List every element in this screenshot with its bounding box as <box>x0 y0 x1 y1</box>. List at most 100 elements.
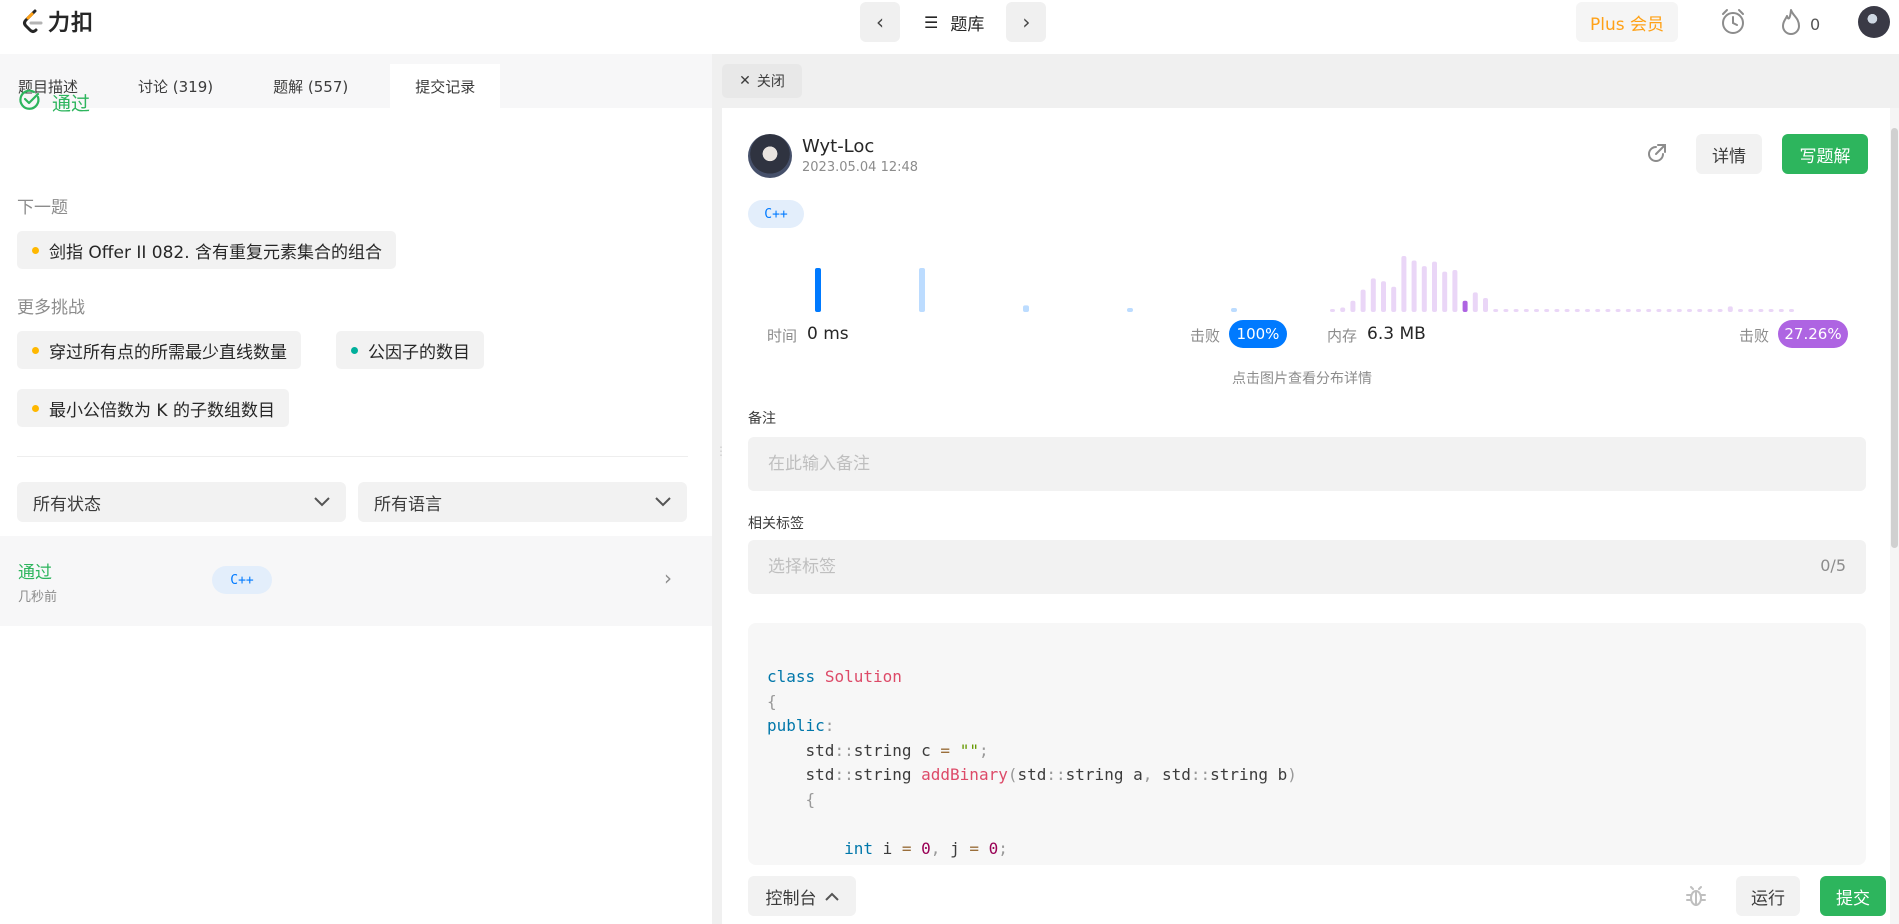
code-line: std::string addBinary(std::string a, std… <box>767 765 1297 784</box>
problem-nav: ‹ ☰ 题库 › <box>860 2 1047 42</box>
logo[interactable]: 力扣 <box>20 6 94 36</box>
submission-date: 2023.05.04 12:48 <box>802 160 919 175</box>
bottom-toolbar <box>722 865 1899 924</box>
chevron-down-icon <box>314 492 330 512</box>
runtime-label: 时间 <box>767 327 798 345</box>
code-line: class Solution <box>767 667 902 686</box>
debug-bug-icon[interactable] <box>1684 884 1708 912</box>
tab-solutions[interactable]: 题解 (557) <box>231 64 366 108</box>
difficulty-dot <box>32 346 39 354</box>
leetcode-logo-icon <box>20 8 46 34</box>
memory-bar <box>1636 309 1641 312</box>
details-button[interactable]: 详情 <box>1696 134 1762 174</box>
memory-beat-label: 击败 <box>1739 327 1770 345</box>
memory-bar <box>1656 309 1662 312</box>
memory-bar <box>1452 270 1458 312</box>
memory-bar <box>1534 309 1539 312</box>
memory-bar <box>1411 260 1417 312</box>
memory-bar <box>1738 309 1743 312</box>
console-button[interactable]: 控制台 <box>748 876 856 916</box>
code-line: int i = 0, j = 0; <box>844 838 1008 858</box>
memory-bar <box>1330 309 1335 312</box>
divider <box>17 456 688 457</box>
note-label: 备注 <box>748 411 776 427</box>
code-block[interactable]: class Solution{public: std::string c = "… <box>748 623 1866 865</box>
runtime-beat-badge: 100% <box>1229 320 1287 348</box>
alarm-clock-icon[interactable] <box>1720 8 1746 40</box>
tab-discussion[interactable]: 讨论 (319) <box>96 64 231 108</box>
runtime-beat-label: 击败 <box>1190 327 1221 345</box>
note-input[interactable] <box>748 437 1866 491</box>
write-solution-button[interactable]: 写题解 <box>1782 134 1868 174</box>
memory-bar <box>1401 256 1407 312</box>
challenge-chip[interactable]: 穿过所有点的所需最少直线数量 <box>17 331 301 369</box>
share-icon[interactable] <box>1644 142 1668 170</box>
author-name[interactable]: Wyt-Loc <box>802 136 874 157</box>
tags-field[interactable]: 0/5 <box>748 540 1866 594</box>
streak-counter[interactable]: 0 <box>1780 8 1820 40</box>
challenge-chip[interactable]: 公因子的数目 <box>336 331 484 369</box>
next-problem-button[interactable]: › <box>1006 2 1047 42</box>
submit-button[interactable]: 提交 <box>1820 876 1886 916</box>
next-problem-heading: 下一题 <box>17 198 68 218</box>
challenge-chip[interactable]: 最小公倍数为 K 的子数组数目 <box>17 389 289 427</box>
memory-bar <box>1503 309 1509 312</box>
memory-bar <box>1595 309 1601 312</box>
top-navbar: 力扣 ‹ ☰ 题库 › Plus 会员 0 <box>0 0 1899 54</box>
memory-bar <box>1483 298 1488 312</box>
note-field[interactable] <box>748 437 1866 491</box>
flame-icon <box>1780 8 1802 40</box>
memory-bar <box>1768 309 1774 312</box>
distribution-chart[interactable] <box>748 252 1866 312</box>
scrollbar[interactable] <box>1890 108 1899 924</box>
memory-bar <box>1646 309 1652 312</box>
tags-input[interactable] <box>748 540 1866 594</box>
tab-submissions[interactable]: 提交记录 <box>390 64 501 108</box>
memory-bar <box>1554 309 1560 312</box>
memory-bar <box>1789 309 1794 312</box>
distribution-hint: 点击图片查看分布详情 <box>1232 371 1372 387</box>
memory-bar <box>1697 309 1703 312</box>
close-icon: ✕ <box>739 73 751 89</box>
memory-bar <box>1707 309 1713 312</box>
memory-bar <box>1513 309 1519 312</box>
author-avatar[interactable] <box>748 134 792 178</box>
plus-member-button[interactable]: Plus 会员 <box>1576 2 1678 42</box>
runtime-value: 0 ms <box>807 324 849 344</box>
panel-splitter[interactable]: ⋮ <box>712 54 727 924</box>
memory-value: 6.3 MB <box>1367 324 1426 344</box>
status-filter-select[interactable]: 所有状态 <box>17 482 346 522</box>
code-line: { <box>805 789 816 809</box>
memory-label: 内存 <box>1327 327 1358 345</box>
memory-bar <box>1585 309 1590 312</box>
prev-problem-button[interactable]: ‹ <box>860 2 900 42</box>
memory-bar <box>1727 306 1733 312</box>
close-tab-label: 关闭 <box>756 74 785 90</box>
runtime-bar <box>815 268 821 312</box>
memory-bar <box>1493 309 1499 312</box>
runtime-bar <box>1023 305 1029 312</box>
submission-row[interactable]: 通过 几秒前 C++ › <box>0 536 712 626</box>
memory-beat-badge: 27.26% <box>1778 320 1848 348</box>
console-label: 控制台 <box>765 888 817 909</box>
runtime-bar <box>1127 308 1133 312</box>
memory-bar <box>1564 309 1570 312</box>
memory-bar <box>1778 309 1784 312</box>
user-avatar[interactable] <box>1858 6 1890 38</box>
memory-bar <box>1432 261 1437 312</box>
language-badge: C++ <box>748 200 804 228</box>
memory-bar <box>1370 278 1376 312</box>
memory-bar <box>1687 309 1692 312</box>
language-filter-select[interactable]: 所有语言 <box>358 482 687 522</box>
problem-bank-button[interactable]: ☰ 题库 <box>924 10 984 35</box>
run-button[interactable]: 运行 <box>1736 876 1800 916</box>
runtime-bar <box>1231 308 1237 312</box>
code-line: public: <box>767 716 835 735</box>
memory-bar <box>1758 309 1764 312</box>
scrollbar-thumb[interactable] <box>1891 128 1898 548</box>
code-line: { <box>767 691 777 711</box>
next-problem-chip[interactable]: 剑指 Offer II 082. 含有重复元素集合的组合 <box>17 231 397 269</box>
difficulty-dot <box>32 246 39 254</box>
memory-bar <box>1340 307 1346 312</box>
close-tab-button[interactable]: ✕ 关闭 <box>722 64 802 98</box>
